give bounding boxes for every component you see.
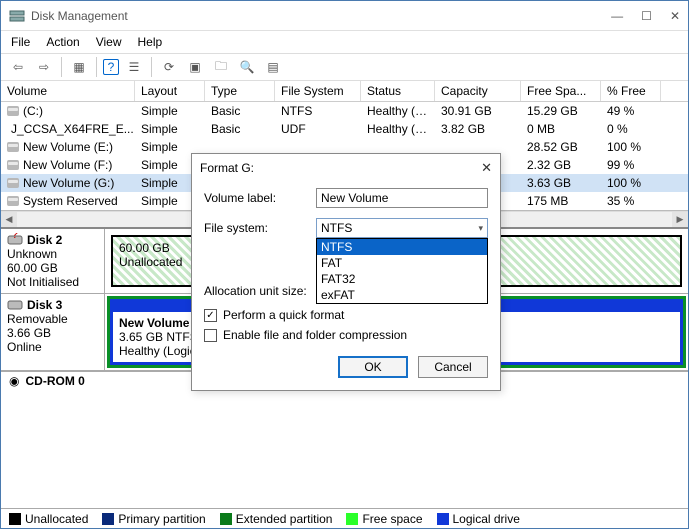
- legend-logical-swatch: [437, 513, 449, 525]
- table-row[interactable]: (C:)SimpleBasicNTFSHealthy (B...30.91 GB…: [1, 102, 688, 120]
- close-button[interactable]: ✕: [670, 9, 680, 23]
- disk2-size: 60.00 GB: [7, 261, 98, 275]
- drive-icon: [7, 106, 19, 116]
- checkbox-checked-icon: ✓: [204, 309, 217, 322]
- allocation-label: Allocation unit size:: [204, 284, 316, 298]
- col-pctfree[interactable]: % Free: [601, 81, 661, 101]
- svg-text:?: ?: [12, 233, 19, 241]
- legend-freespace: Free space: [362, 512, 422, 526]
- cancel-button[interactable]: Cancel: [418, 356, 488, 378]
- drive-icon: [7, 142, 19, 152]
- col-layout[interactable]: Layout: [135, 81, 205, 101]
- maximize-button[interactable]: ☐: [641, 9, 652, 23]
- layout-icon[interactable]: ▦: [68, 56, 90, 78]
- disk-mgmt-icon: [9, 8, 25, 24]
- filesystem-option[interactable]: FAT: [317, 255, 487, 271]
- filesystem-option[interactable]: FAT32: [317, 271, 487, 287]
- volume-label-input[interactable]: [316, 188, 488, 208]
- disk2-kind: Unknown: [7, 247, 98, 261]
- menu-view[interactable]: View: [96, 35, 122, 49]
- toolbar: ⇦ ⇨ ▦ ? ☰ ⟳ ▣ 🗀 🔍 ▤: [1, 53, 688, 81]
- col-filesystem[interactable]: File System: [275, 81, 361, 101]
- drive-icon: [7, 178, 19, 188]
- forward-icon[interactable]: ⇨: [33, 56, 55, 78]
- refresh-icon[interactable]: ⟳: [158, 56, 180, 78]
- back-icon[interactable]: ⇦: [7, 56, 29, 78]
- properties2-icon[interactable]: 🔍: [236, 56, 258, 78]
- col-freespace[interactable]: Free Spa...: [521, 81, 601, 101]
- columns-icon[interactable]: ☰: [123, 56, 145, 78]
- scroll-right-icon[interactable]: ▶: [672, 212, 688, 227]
- cdrom-icon: ◉: [9, 374, 19, 388]
- compression-checkbox[interactable]: Enable file and folder compression: [204, 328, 488, 342]
- disk3-kind: Removable: [7, 312, 98, 326]
- legend: Unallocated Primary partition Extended p…: [1, 508, 688, 528]
- legend-logical: Logical drive: [453, 512, 520, 526]
- filesystem-option[interactable]: NTFS: [317, 239, 487, 255]
- col-type[interactable]: Type: [205, 81, 275, 101]
- legend-primary-swatch: [102, 513, 114, 525]
- menu-help[interactable]: Help: [138, 35, 163, 49]
- menu-file[interactable]: File: [11, 35, 30, 49]
- minimize-button[interactable]: —: [611, 9, 623, 23]
- disk-icon: ?: [7, 233, 23, 247]
- properties1-icon[interactable]: 🗀: [210, 56, 232, 78]
- dialog-close-icon[interactable]: ✕: [481, 160, 492, 176]
- col-capacity[interactable]: Capacity: [435, 81, 521, 101]
- legend-unalloc-swatch: [9, 513, 21, 525]
- drive-icon: [7, 160, 19, 170]
- volume-list-header: Volume Layout Type File System Status Ca…: [1, 81, 688, 102]
- quick-format-checkbox[interactable]: ✓ Perform a quick format: [204, 308, 488, 322]
- checkbox-unchecked-icon: [204, 329, 217, 342]
- legend-freespace-swatch: [346, 513, 358, 525]
- scroll-left-icon[interactable]: ◀: [1, 212, 17, 227]
- disk3-name: Disk 3: [27, 298, 62, 312]
- rescan-icon[interactable]: ▣: [184, 56, 206, 78]
- disk2-name: Disk 2: [27, 233, 62, 247]
- filesystem-select[interactable]: NTFS ▾: [316, 218, 488, 238]
- cdrom-label: CD-ROM 0: [25, 374, 84, 388]
- properties3-icon[interactable]: ▤: [262, 56, 284, 78]
- format-dialog: Format G: ✕ Volume label: File system: N…: [191, 153, 501, 391]
- help-icon[interactable]: ?: [103, 59, 119, 75]
- compression-label: Enable file and folder compression: [223, 328, 407, 342]
- col-status[interactable]: Status: [361, 81, 435, 101]
- disk3-state: Online: [7, 340, 98, 354]
- disk3-size: 3.66 GB: [7, 326, 98, 340]
- table-row[interactable]: J_CCSA_X64FRE_E...SimpleBasicUDFHealthy …: [1, 120, 688, 138]
- quick-format-label: Perform a quick format: [223, 308, 344, 322]
- legend-primary: Primary partition: [118, 512, 205, 526]
- window-title: Disk Management: [31, 9, 611, 23]
- legend-unalloc: Unallocated: [25, 512, 88, 526]
- dialog-title: Format G:: [200, 161, 481, 175]
- volume-label-label: Volume label:: [204, 191, 316, 205]
- filesystem-dropdown: NTFSFATFAT32exFAT: [316, 238, 488, 304]
- ok-button[interactable]: OK: [338, 356, 408, 378]
- drive-icon: [7, 196, 19, 206]
- legend-extended: Extended partition: [236, 512, 333, 526]
- disk-icon: [7, 298, 23, 312]
- filesystem-label: File system:: [204, 221, 316, 235]
- filesystem-value: NTFS: [321, 221, 352, 235]
- menu-bar: File Action View Help: [1, 31, 688, 53]
- filesystem-option[interactable]: exFAT: [317, 287, 487, 303]
- chevron-down-icon: ▾: [478, 223, 483, 234]
- menu-action[interactable]: Action: [46, 35, 79, 49]
- col-volume[interactable]: Volume: [1, 81, 135, 101]
- window-titlebar: Disk Management — ☐ ✕: [1, 1, 688, 31]
- disk2-state: Not Initialised: [7, 275, 98, 289]
- legend-extended-swatch: [220, 513, 232, 525]
